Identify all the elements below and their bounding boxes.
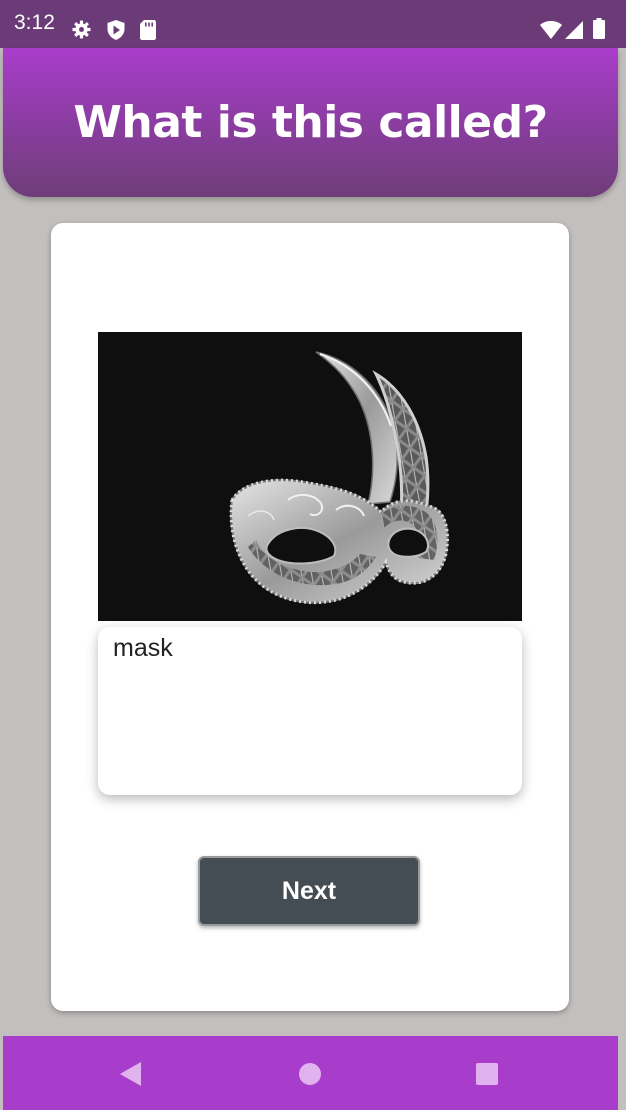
battery-icon [593,18,605,39]
home-icon[interactable] [294,1058,326,1090]
wifi-icon [540,21,562,39]
answer-input-value: mask [113,634,173,662]
recents-icon[interactable] [471,1058,503,1090]
next-button[interactable]: Next [198,856,420,926]
gear-icon [72,20,91,39]
cell-signal-icon [565,21,583,39]
page-title: What is this called? [73,97,548,148]
system-navigation-bar [3,1036,618,1110]
app-screen: 3:12 What is this called? mask Next [0,0,626,1110]
back-icon[interactable] [114,1058,146,1090]
mask-illustration [229,351,449,605]
question-card: mask Next [51,223,569,1011]
sd-card-icon [140,20,156,40]
status-bar: 3:12 [0,0,626,48]
shield-play-icon [107,20,125,40]
answer-input[interactable]: mask [98,627,522,795]
question-image [98,332,522,621]
app-header: What is this called? [3,48,618,197]
status-time: 3:12 [14,11,55,34]
